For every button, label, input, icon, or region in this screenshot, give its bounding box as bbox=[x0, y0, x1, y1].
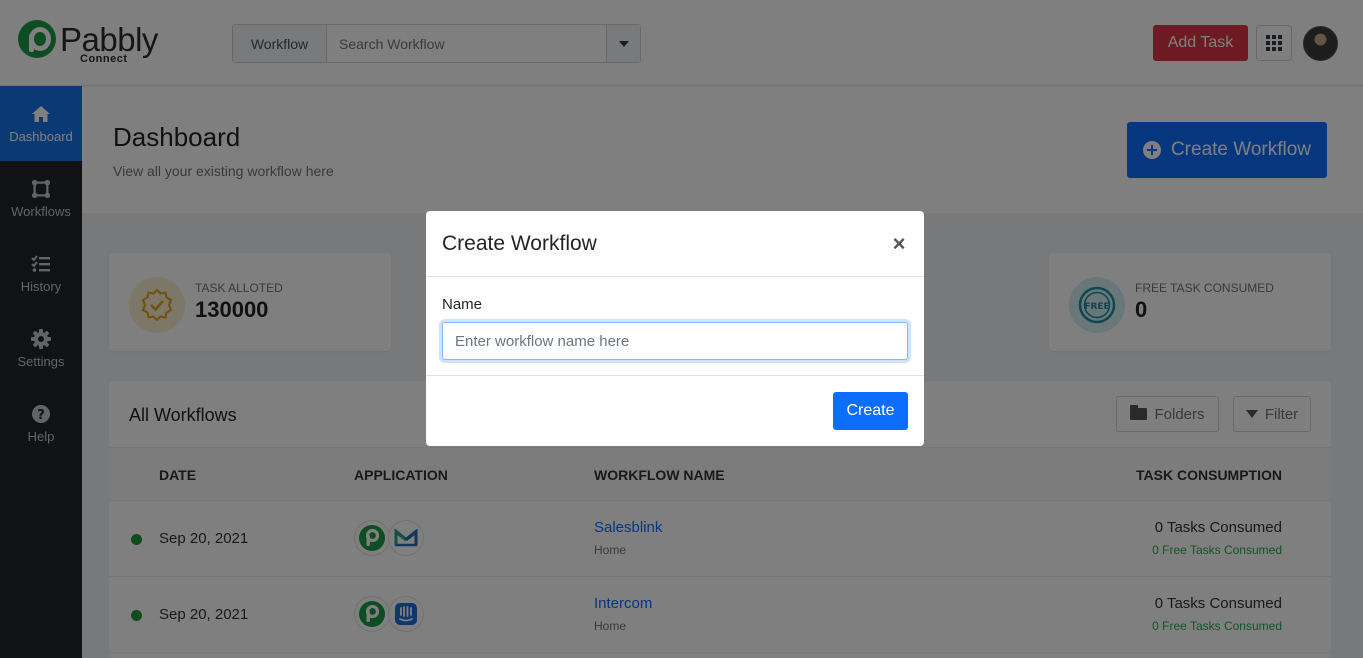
create-workflow-modal: Create Workflow × Name Create bbox=[426, 211, 924, 446]
create-button[interactable]: Create bbox=[833, 392, 908, 430]
modal-title: Create Workflow bbox=[442, 232, 597, 255]
modal-body: Name bbox=[426, 277, 924, 376]
workflow-name-input[interactable] bbox=[442, 322, 908, 360]
close-icon[interactable]: × bbox=[888, 233, 910, 255]
workflow-name-label: Name bbox=[442, 296, 483, 313]
modal-header: Create Workflow × bbox=[426, 211, 924, 277]
